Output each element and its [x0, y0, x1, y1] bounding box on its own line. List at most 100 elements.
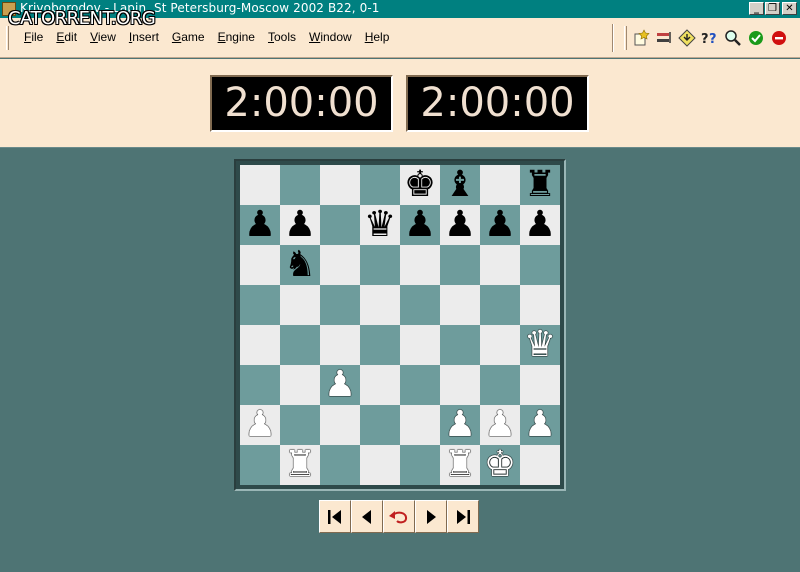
square-f4[interactable]	[440, 325, 480, 365]
takeback-button[interactable]	[383, 500, 415, 533]
ok-icon[interactable]	[747, 29, 765, 47]
close-button[interactable]: ✕	[782, 2, 797, 15]
menu-file[interactable]: File	[18, 30, 50, 44]
square-e5[interactable]	[400, 285, 440, 325]
white-queen-icon[interactable]: ♛	[524, 325, 556, 365]
square-b2[interactable]	[280, 405, 320, 445]
menu-engine[interactable]: Engine	[212, 30, 262, 44]
next-move-button[interactable]	[415, 500, 447, 533]
square-f7[interactable]: ♟	[440, 205, 480, 245]
square-f3[interactable]	[440, 365, 480, 405]
square-g8[interactable]	[480, 165, 520, 205]
square-e1[interactable]	[400, 445, 440, 485]
square-f5[interactable]	[440, 285, 480, 325]
square-c1[interactable]	[320, 445, 360, 485]
black-pawn-icon[interactable]: ♟	[244, 205, 276, 245]
square-g7[interactable]: ♟	[480, 205, 520, 245]
square-c8[interactable]	[320, 165, 360, 205]
square-f8[interactable]: ♝	[440, 165, 480, 205]
square-b7[interactable]: ♟	[280, 205, 320, 245]
black-rook-icon[interactable]: ♜	[524, 165, 556, 205]
menu-window[interactable]: Window	[303, 30, 359, 44]
square-f2[interactable]: ♟	[440, 405, 480, 445]
square-h6[interactable]	[520, 245, 560, 285]
black-queen-icon[interactable]: ♛	[364, 205, 396, 245]
black-pawn-icon[interactable]: ♟	[444, 205, 476, 245]
square-a1[interactable]	[240, 445, 280, 485]
white-pawn-icon[interactable]: ♟	[484, 405, 516, 445]
square-d7[interactable]: ♛	[360, 205, 400, 245]
restore-button[interactable]: ❐	[765, 2, 780, 15]
square-a5[interactable]	[240, 285, 280, 325]
square-e3[interactable]	[400, 365, 440, 405]
square-g6[interactable]	[480, 245, 520, 285]
white-pawn-icon[interactable]: ♟	[244, 405, 276, 445]
square-h1[interactable]	[520, 445, 560, 485]
square-e2[interactable]	[400, 405, 440, 445]
previous-move-button[interactable]	[351, 500, 383, 533]
black-pawn-icon[interactable]: ♟	[484, 205, 516, 245]
square-b1[interactable]: ♜	[280, 445, 320, 485]
square-b4[interactable]	[280, 325, 320, 365]
square-f6[interactable]	[440, 245, 480, 285]
square-b5[interactable]	[280, 285, 320, 325]
square-d1[interactable]	[360, 445, 400, 485]
square-d4[interactable]	[360, 325, 400, 365]
square-b6[interactable]: ♞	[280, 245, 320, 285]
square-h3[interactable]	[520, 365, 560, 405]
square-b8[interactable]	[280, 165, 320, 205]
menu-tools[interactable]: Tools	[262, 30, 303, 44]
black-pawn-icon[interactable]: ♟	[524, 205, 556, 245]
square-d8[interactable]	[360, 165, 400, 205]
menu-edit[interactable]: Edit	[50, 30, 84, 44]
square-d2[interactable]	[360, 405, 400, 445]
white-pawn-icon[interactable]: ♟	[444, 405, 476, 445]
square-a4[interactable]	[240, 325, 280, 365]
square-h5[interactable]	[520, 285, 560, 325]
square-e8[interactable]: ♚	[400, 165, 440, 205]
square-g4[interactable]	[480, 325, 520, 365]
square-g1[interactable]: ♚	[480, 445, 520, 485]
chessboard[interactable]: ♚ ♝ ♜ ♟ ♟ ♛ ♟ ♟ ♟ ♟ ♞ ♛ ♟ ♟ ♟ ♟ ♟ ♜ ♜ ♚	[240, 165, 560, 485]
square-h2[interactable]: ♟	[520, 405, 560, 445]
minimize-button[interactable]: _	[749, 2, 764, 15]
square-h7[interactable]: ♟	[520, 205, 560, 245]
square-g2[interactable]: ♟	[480, 405, 520, 445]
menu-grip[interactable]	[6, 26, 9, 50]
hint-icon[interactable]: ??	[701, 29, 719, 47]
menu-insert[interactable]: Insert	[123, 30, 166, 44]
square-e6[interactable]	[400, 245, 440, 285]
square-d3[interactable]	[360, 365, 400, 405]
square-g5[interactable]	[480, 285, 520, 325]
white-pawn-icon[interactable]: ♟	[524, 405, 556, 445]
square-d5[interactable]	[360, 285, 400, 325]
square-b3[interactable]	[280, 365, 320, 405]
black-knight-icon[interactable]: ♞	[284, 245, 316, 285]
analysis-icon[interactable]	[678, 29, 696, 47]
square-d6[interactable]	[360, 245, 400, 285]
menu-help[interactable]: Help	[359, 30, 397, 44]
new-game-icon[interactable]	[632, 29, 650, 47]
square-a7[interactable]: ♟	[240, 205, 280, 245]
square-c7[interactable]	[320, 205, 360, 245]
square-a2[interactable]: ♟	[240, 405, 280, 445]
square-c3[interactable]: ♟	[320, 365, 360, 405]
search-icon[interactable]	[724, 29, 742, 47]
square-e7[interactable]: ♟	[400, 205, 440, 245]
white-rook-icon[interactable]: ♜	[444, 445, 476, 485]
square-c2[interactable]	[320, 405, 360, 445]
black-bishop-icon[interactable]: ♝	[444, 165, 476, 205]
white-king-icon[interactable]: ♚	[484, 445, 516, 485]
square-c6[interactable]	[320, 245, 360, 285]
square-c4[interactable]	[320, 325, 360, 365]
first-move-button[interactable]	[319, 500, 351, 533]
menu-game[interactable]: Game	[166, 30, 212, 44]
square-h4[interactable]: ♛	[520, 325, 560, 365]
square-h8[interactable]: ♜	[520, 165, 560, 205]
square-a8[interactable]	[240, 165, 280, 205]
black-pawn-icon[interactable]: ♟	[404, 205, 436, 245]
square-c5[interactable]	[320, 285, 360, 325]
menu-view[interactable]: View	[84, 30, 123, 44]
stop-icon[interactable]	[770, 29, 788, 47]
flip-board-icon[interactable]	[655, 29, 673, 47]
